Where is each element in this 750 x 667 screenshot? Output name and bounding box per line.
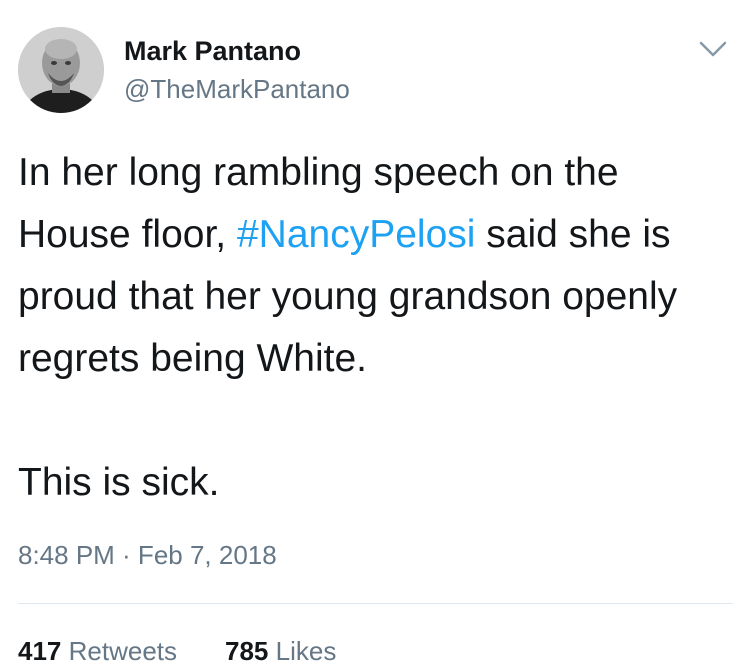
tweet-text: In her long rambling speech on the House… (18, 142, 733, 514)
divider (18, 603, 733, 604)
tweet-card: Mark Pantano @TheMarkPantano In her long… (0, 0, 750, 666)
likes-count: 785 (225, 636, 269, 666)
retweets-stat[interactable]: 417 Retweets (18, 636, 177, 666)
likes-stat[interactable]: 785 Likes (225, 636, 336, 666)
user-handle[interactable]: @TheMarkPantano (124, 74, 350, 105)
retweets-label: Retweets (68, 636, 178, 666)
avatar[interactable] (18, 27, 104, 113)
hashtag-link[interactable]: #NancyPelosi (237, 213, 475, 256)
avatar-image (18, 27, 104, 113)
display-name[interactable]: Mark Pantano (124, 36, 301, 67)
tweet-paragraph: In her long rambling speech on the House… (18, 142, 733, 390)
chevron-down-icon[interactable] (698, 38, 728, 60)
tweet-timestamp[interactable]: 8:48 PM · Feb 7, 2018 (18, 540, 277, 571)
likes-label: Likes (275, 636, 337, 666)
tweet-paragraph: This is sick. (18, 461, 220, 504)
tweet-stats: 417 Retweets 785 Likes (18, 636, 384, 667)
retweets-count: 417 (18, 636, 62, 666)
